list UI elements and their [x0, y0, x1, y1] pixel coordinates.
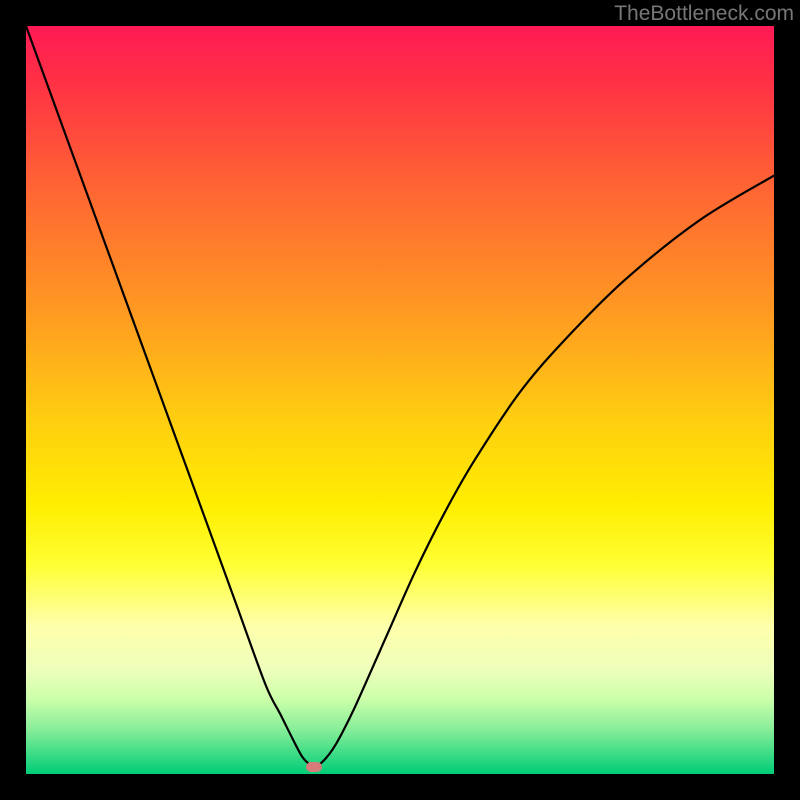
plot-area	[26, 26, 774, 774]
watermark: TheBottleneck.com	[614, 2, 794, 26]
chart-container: TheBottleneck.com	[0, 0, 800, 800]
